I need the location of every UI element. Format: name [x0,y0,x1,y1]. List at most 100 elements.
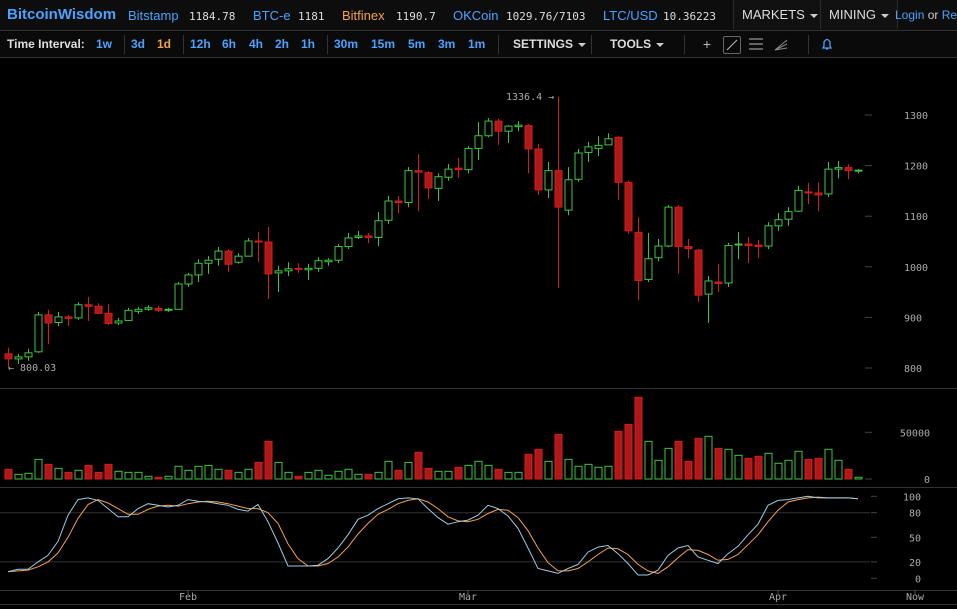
volume-bar [144,475,153,480]
candle [644,232,653,282]
volume-bar [644,440,653,480]
candle [624,180,633,234]
volume-bar [804,458,813,480]
candle-body [324,259,333,263]
volume-bar [124,471,133,480]
candle-body [484,120,493,137]
volume-bar [394,469,403,480]
candle [844,164,853,180]
volume-bar [224,469,233,480]
candle-body [764,225,773,247]
candle-body [204,259,213,264]
volume-bar [844,468,853,480]
candle [734,231,743,260]
candle-body [674,206,683,248]
price-chart[interactable]: 800 900 1000 1100 1200 1300 0 50000 0 20 50 80 100 Fe… [0,0,957,609]
candle-body [754,244,763,248]
volume-bar [14,473,23,480]
candle-body [854,169,863,172]
volume-bar [344,468,353,480]
candle [344,232,353,250]
candle [444,164,453,181]
candle-body [634,231,643,281]
candle [834,161,843,179]
candle-body [424,172,433,189]
price-tick-label: 1200 [904,162,928,173]
candle [414,153,423,212]
candle [114,317,123,325]
volume-bar [244,468,253,480]
volume-bar [564,458,573,480]
volume-bar [414,451,423,480]
stoch-tick-label: 80 [909,509,921,520]
volume-bar [314,469,323,480]
candle-body [364,235,373,238]
candle-body [444,168,453,178]
volume-bar [514,471,523,480]
candle-body [234,255,243,263]
candle-body [214,250,223,260]
low-price-label: ← 800.03 [8,363,56,374]
volume-bar [574,465,583,480]
candle [714,263,723,293]
candle [74,302,83,320]
candle-body [154,307,163,311]
candle [204,256,213,274]
candle-body [504,125,513,132]
candle-body [604,138,613,146]
volume-bar [104,463,113,480]
candle [224,249,233,272]
high-price-label: 1336.4 → [506,92,554,103]
candle-body [734,243,743,246]
candle [304,263,313,280]
volume-bar [264,440,273,480]
candle-body [474,135,483,149]
candle [24,348,33,361]
volume-bar [34,458,43,480]
candlesticks [4,96,863,368]
volume-bar [284,471,293,480]
candle [294,263,303,273]
volume-bar [584,463,593,480]
candle-body [174,283,183,310]
stoch-k-line [7,495,859,576]
candle-body [454,167,463,171]
volume-bar [364,473,373,480]
candle [584,141,593,163]
volume-bar [854,476,863,480]
volume-bar [424,467,433,480]
volume-bar [784,459,793,480]
price-tick-label: 1300 [904,111,928,122]
stoch-tick-label: 50 [909,533,921,544]
candle [604,133,613,146]
volume-bar [484,464,493,480]
volume-bar [504,471,513,480]
candle-body [434,176,443,189]
candle [784,207,793,226]
candle-body [344,237,353,248]
volume-bar [614,430,623,480]
x-tick-label: Mar [459,592,477,603]
price-tick-label: 1000 [904,263,928,274]
volume-bar [134,471,143,480]
candle-body [584,146,593,153]
candle [684,238,693,259]
volume-bar [444,470,453,480]
candle-body [414,170,423,173]
candle [594,136,603,156]
volume-bar [84,464,93,480]
candle-body [284,268,293,272]
candle [84,297,93,321]
candle [544,162,553,198]
x-tick-label: Now [906,592,925,603]
candle-body [384,200,393,221]
candle-body [514,124,523,128]
price-tick-label: 1100 [904,212,928,223]
candle-body [14,356,23,360]
volume-bar [174,465,183,480]
candle [104,304,113,325]
candle-body [24,352,33,358]
candle-body [664,206,673,247]
volume-bar [704,435,713,480]
candle [574,148,583,182]
